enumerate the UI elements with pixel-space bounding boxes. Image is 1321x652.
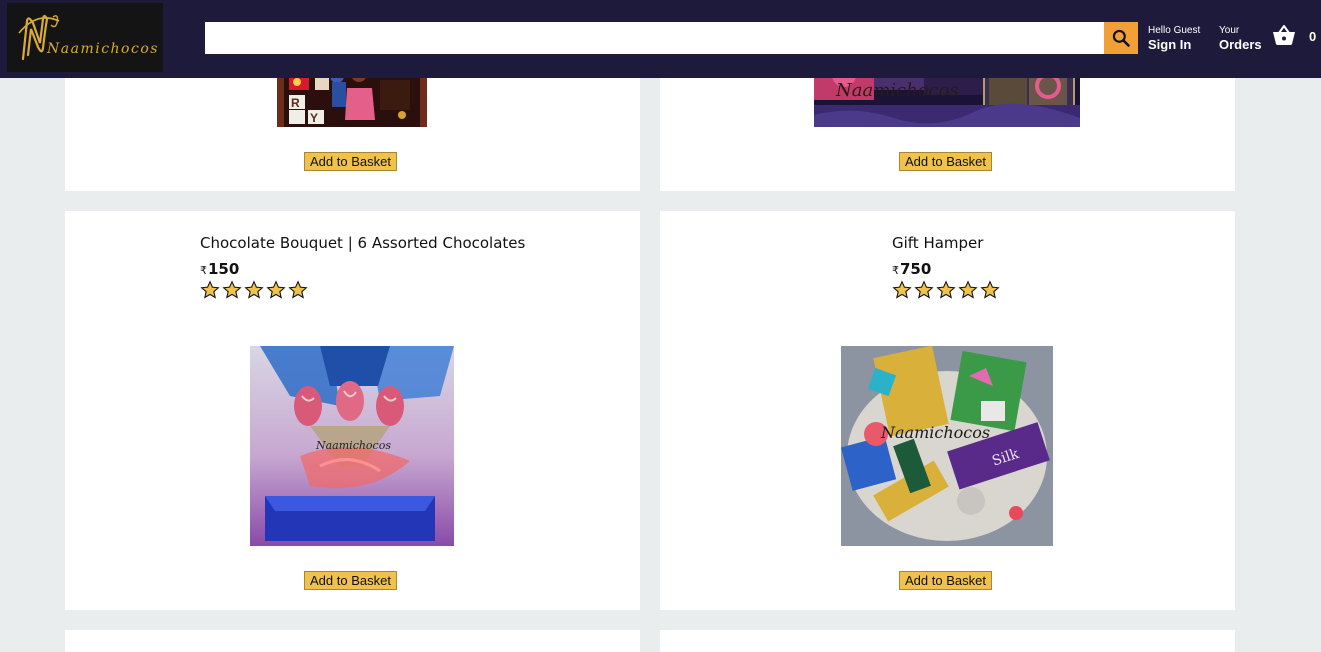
- product-card: Chocolate Bouquet | 6 Assorted Chocolate…: [65, 211, 640, 610]
- svg-text:R: R: [291, 96, 300, 110]
- star-icon: [936, 280, 956, 299]
- product-rating: [892, 280, 1000, 300]
- product-card: [65, 630, 640, 652]
- add-to-basket-button[interactable]: Add to Basket: [304, 152, 397, 171]
- product-title[interactable]: Gift Hamper: [892, 234, 983, 252]
- brand-logo[interactable]: Naamichocos: [7, 3, 163, 72]
- image-watermark: Naamichocos: [880, 423, 990, 442]
- greeting-text: Hello Guest: [1148, 25, 1201, 36]
- add-to-basket-button[interactable]: Add to Basket: [899, 571, 992, 590]
- star-icon: [266, 280, 286, 299]
- basket-icon: [1273, 25, 1295, 45]
- product-image: Silk Naamichocos: [841, 346, 1053, 546]
- star-icon: [980, 280, 1000, 299]
- product-card: Gift Hamper ₹750 Silk Naamichocos Add to…: [660, 211, 1235, 610]
- star-icon: [288, 280, 308, 299]
- product-rating: [200, 280, 308, 300]
- star-icon: [200, 280, 220, 299]
- star-icon: [892, 280, 912, 299]
- add-to-basket-button[interactable]: Add to Basket: [899, 152, 992, 171]
- star-icon: [914, 280, 934, 299]
- price-value: 150: [208, 260, 240, 278]
- product-image: Naamichocos: [250, 346, 454, 546]
- price-value: 750: [900, 260, 932, 278]
- product-price: ₹150: [200, 260, 239, 278]
- search-icon: [1112, 29, 1130, 47]
- star-icon: [958, 280, 978, 299]
- basket-count: 0: [1309, 28, 1317, 44]
- product-card: [660, 630, 1235, 652]
- orders-label: Orders: [1219, 37, 1262, 52]
- orders-link[interactable]: Your Orders: [1219, 25, 1262, 52]
- basket-link[interactable]: 0: [1272, 24, 1316, 46]
- svg-text:Y: Y: [310, 111, 318, 125]
- search-button[interactable]: [1104, 22, 1138, 54]
- search-input[interactable]: [205, 22, 1105, 54]
- product-title[interactable]: Chocolate Bouquet | 6 Assorted Chocolate…: [200, 234, 525, 252]
- product-card: R Y Add to Basket: [65, 60, 640, 191]
- currency-symbol: ₹: [200, 264, 207, 277]
- product-card: Naamichocos Add to Basket: [660, 60, 1235, 191]
- svg-text:Naamichocos: Naamichocos: [835, 80, 959, 101]
- star-icon: [244, 280, 264, 299]
- top-header: Naamichocos Hello Guest Sign In Your Ord…: [0, 0, 1321, 78]
- orders-top-label: Your: [1219, 25, 1240, 36]
- image-watermark: Naamichocos: [315, 439, 391, 452]
- currency-symbol: ₹: [892, 264, 899, 277]
- add-to-basket-button[interactable]: Add to Basket: [304, 571, 397, 590]
- star-icon: [222, 280, 242, 299]
- sign-in-link[interactable]: Hello Guest Sign In: [1148, 25, 1200, 52]
- product-price: ₹750: [892, 260, 931, 278]
- brand-logo-text: Naamichocos: [47, 41, 159, 57]
- sign-in-label: Sign In: [1148, 37, 1192, 52]
